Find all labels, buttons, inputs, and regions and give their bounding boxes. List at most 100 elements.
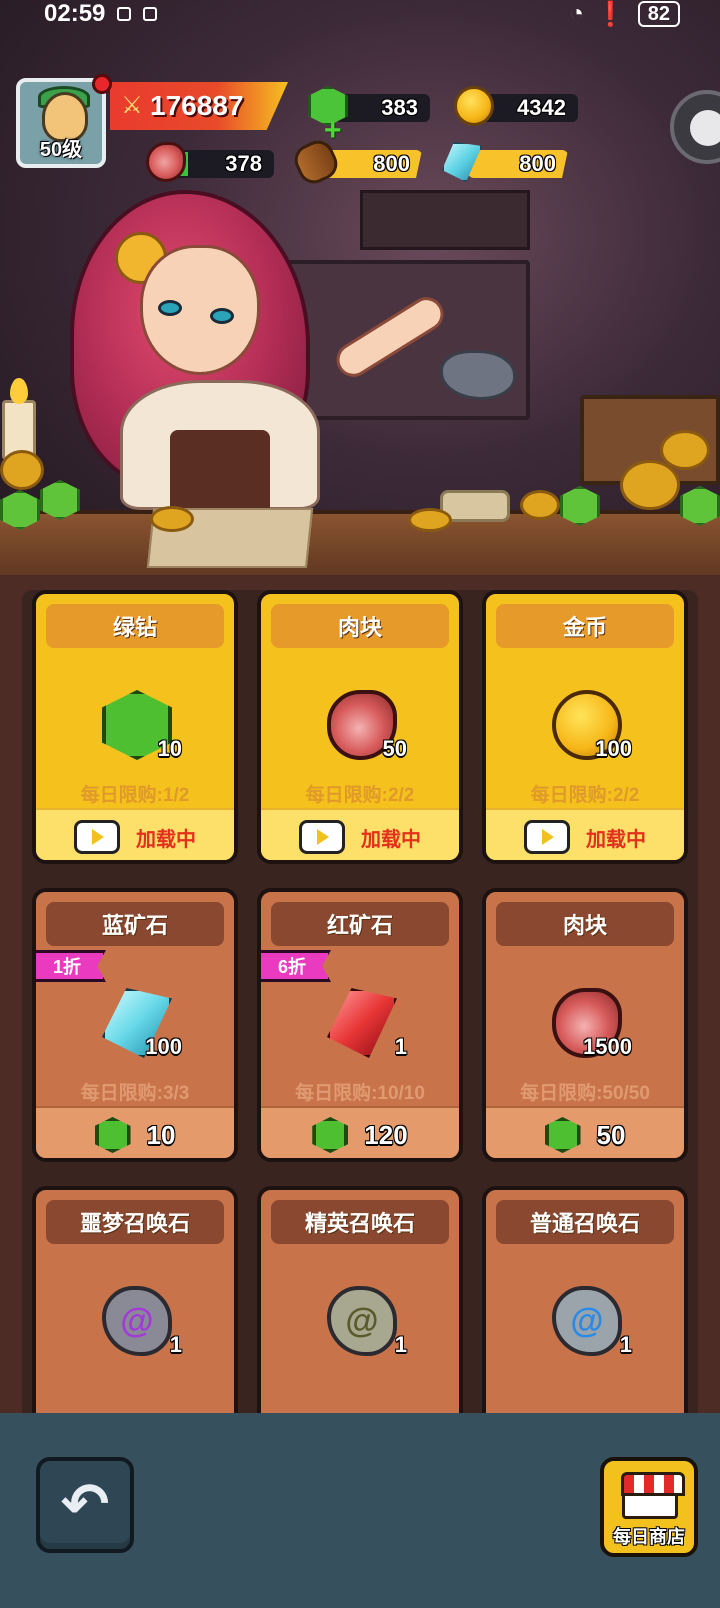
coin-pile xyxy=(520,490,560,520)
discount-badge: 6折 xyxy=(261,950,331,982)
watch-ad-button[interactable]: 加载中 xyxy=(261,808,459,860)
card-quantity: 1 xyxy=(394,1034,407,1059)
normal-summon-stone-icon: @ xyxy=(552,1286,622,1356)
card-title: 精英召唤石 xyxy=(271,1200,449,1244)
buy-button[interactable]: 120 xyxy=(261,1106,459,1158)
tv-icon xyxy=(299,820,345,854)
add-icon[interactable]: + xyxy=(324,114,342,148)
buy-button[interactable]: 10 xyxy=(36,1106,234,1158)
wood-resource: 800 xyxy=(289,135,422,189)
wifi-icon: ◔ xyxy=(569,0,584,27)
candle-flame xyxy=(10,378,28,404)
nightmare-summon-stone-icon: @ xyxy=(102,1286,172,1356)
card-quantity: 100 xyxy=(595,736,632,761)
coin-pile xyxy=(620,460,680,510)
card-title: 绿钻 xyxy=(46,604,224,648)
merchant-eye-left xyxy=(158,300,182,316)
player-level: 50级 xyxy=(39,139,83,161)
daily-limit: 每日限购:50/50 xyxy=(520,1083,650,1104)
card-title: 红矿石 xyxy=(271,902,449,946)
meat-icon xyxy=(146,142,186,182)
merchant-corset xyxy=(170,430,270,510)
shop-card-nightmare-stone[interactable]: 噩梦召唤石 @ 1 xyxy=(32,1186,238,1413)
price-value: 10 xyxy=(146,1119,176,1150)
loading-label: 加载中 xyxy=(361,828,421,851)
gold-resource: 4342 xyxy=(454,86,578,126)
loading-label: 加载中 xyxy=(586,828,646,851)
shop-card-gold[interactable]: 金币 100 每日限购:2/2 加载中 xyxy=(482,590,688,864)
meat-resource: 378 xyxy=(146,142,274,182)
daily-shop-button[interactable]: 每日商店 xyxy=(600,1457,698,1557)
back-button[interactable]: ↶ xyxy=(36,1457,134,1553)
daily-limit: 每日限购:2/2 xyxy=(530,785,640,806)
coin-pile xyxy=(150,506,194,532)
green-diamond-icon xyxy=(94,1117,131,1153)
crystal-resource: 800 xyxy=(442,142,568,182)
status-time: 02:59 xyxy=(44,0,106,27)
crystal-value: 800 xyxy=(519,151,556,176)
tv-icon xyxy=(524,820,570,854)
player-avatar[interactable]: 50级 xyxy=(16,78,106,168)
card-quantity: 1500 xyxy=(583,1034,632,1059)
shop-card-meat-bulk[interactable]: 肉块 1500 每日限购:50/50 50 xyxy=(482,888,688,1162)
watch-ad-button[interactable]: 加载中 xyxy=(486,808,684,860)
shop-stall-icon xyxy=(621,1472,685,1519)
card-quantity: 100 xyxy=(145,1034,182,1059)
green-diamond-value: 383 xyxy=(381,95,418,120)
price-value: 120 xyxy=(364,1119,408,1150)
card-quantity: 1 xyxy=(169,1332,182,1357)
alert-icon: ❗ xyxy=(595,0,626,28)
shop-card-blue-ore[interactable]: 蓝矿石 1折 100 每日限购:3/3 10 xyxy=(32,888,238,1162)
discount-badge: 1折 xyxy=(36,950,106,982)
card-title: 肉块 xyxy=(271,604,449,648)
shop-card-elite-stone[interactable]: 精英召唤石 @ 1 xyxy=(257,1186,463,1413)
card-title: 蓝矿石 xyxy=(46,902,224,946)
gold-value: 4342 xyxy=(517,95,566,120)
app-notification-icon xyxy=(143,7,158,21)
bottom-bar: ↶ 每日商店 xyxy=(0,1413,720,1608)
green-diamond-icon xyxy=(544,1117,581,1153)
green-diamond-resource[interactable]: + 383 xyxy=(308,86,430,147)
daily-limit: 每日限购:2/2 xyxy=(305,785,415,806)
daily-limit: 每日限购:1/2 xyxy=(80,785,190,806)
green-diamond-icon xyxy=(312,1117,349,1153)
elite-summon-stone-icon: @ xyxy=(327,1286,397,1356)
red-ore-icon xyxy=(327,988,397,1058)
crossed-swords-icon: ⚔ xyxy=(121,92,143,119)
daily-shop-label: 每日商店 xyxy=(613,1527,685,1547)
shop-card-meat[interactable]: 肉块 50 每日限购:2/2 加载中 xyxy=(257,590,463,864)
shop-panel: 绿钻 10 每日限购:1/2 加载中 肉块 50 每日限购:2/2 加载中 金币… xyxy=(0,575,720,1413)
combat-power-value: 176887 xyxy=(150,90,244,121)
gold-coin-icon xyxy=(454,86,494,126)
status-bar: 02:59 ◔ ❗ 82 xyxy=(0,0,720,28)
daily-limit: 每日限购:10/10 xyxy=(295,1083,425,1104)
meat-value: 378 xyxy=(225,151,262,176)
battery-indicator: 82 xyxy=(637,1,680,27)
merchant-eye-right xyxy=(210,308,234,324)
coin-pile xyxy=(0,450,44,490)
tv-icon xyxy=(74,820,120,854)
wood-value: 800 xyxy=(373,151,410,176)
card-title: 肉块 xyxy=(496,902,674,946)
shop-card-red-ore[interactable]: 红矿石 6折 1 每日限购:10/10 120 xyxy=(257,888,463,1162)
loading-label: 加载中 xyxy=(136,828,196,851)
daily-limit: 每日限购:3/3 xyxy=(80,1083,190,1104)
shop-card-green-diamond[interactable]: 绿钻 10 每日限购:1/2 加载中 xyxy=(32,590,238,864)
price-value: 50 xyxy=(596,1119,626,1150)
shop-card-normal-stone[interactable]: 普通召唤石 @ 1 xyxy=(482,1186,688,1413)
card-quantity: 10 xyxy=(157,736,182,761)
card-title: 金币 xyxy=(496,604,674,648)
card-quantity: 1 xyxy=(619,1332,632,1357)
shop-counter xyxy=(0,510,720,585)
combat-power-bar: ⚔ 176887 xyxy=(110,82,288,130)
buy-button[interactable]: 50 xyxy=(486,1106,684,1158)
notification-icon xyxy=(117,7,132,21)
notification-dot xyxy=(92,74,112,94)
card-title: 普通召唤石 xyxy=(496,1200,674,1244)
shelf xyxy=(360,190,530,250)
watch-ad-button[interactable]: 加载中 xyxy=(36,808,234,860)
coin-pile xyxy=(660,430,710,470)
card-title: 噩梦召唤石 xyxy=(46,1200,224,1244)
back-arrow-icon: ↶ xyxy=(60,1472,110,1537)
card-quantity: 50 xyxy=(382,736,407,761)
